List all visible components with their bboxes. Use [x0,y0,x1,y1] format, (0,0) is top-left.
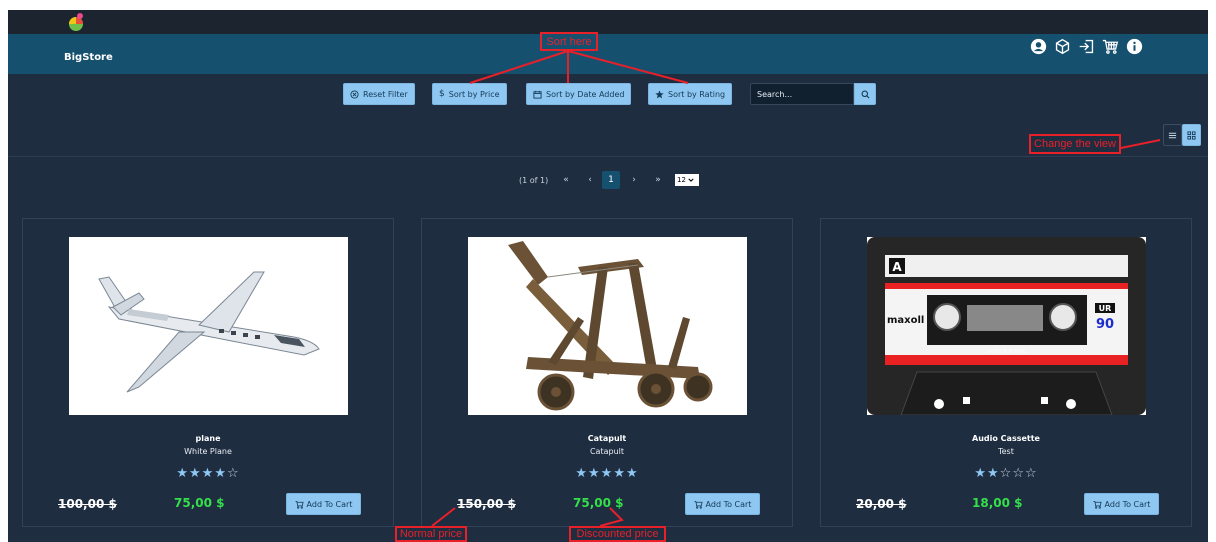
search-input[interactable] [750,83,854,105]
sort-by-price-button[interactable]: $ Sort by Price [432,83,507,105]
discounted-price: 75,00 $ [573,496,624,510]
product-name[interactable]: Catapult [422,434,792,443]
star-empty-icon[interactable]: ☆ [1025,466,1038,481]
product-description: White Plane [184,447,232,456]
add-to-cart-label: Add To Cart [306,499,353,509]
reset-filter-label: Reset Filter [363,89,408,99]
product-rating: ★★★★★ [422,466,792,481]
brand-logo-icon[interactable] [66,12,88,32]
annotation-change-view: Change the view [1029,134,1121,154]
bars-icon [1168,132,1177,138]
discounted-price: 18,00 $ [972,496,1023,510]
shopping-cart-icon [1092,500,1102,509]
normal-price: 100,00 $ [58,497,117,511]
product-rating: ★★★★☆ [23,466,393,481]
toolbar-divider [8,156,1208,157]
search-icon [861,90,869,98]
page-1-button[interactable]: 1 [602,171,620,189]
cassette-minutes: 90 [1096,317,1114,332]
grid-view-button[interactable] [1182,124,1201,146]
top-strip [8,10,1208,34]
sort-by-rating-label: Sort by Rating [668,89,726,99]
product-image-catapult[interactable] [468,237,747,415]
dollar-icon: $ [439,89,445,99]
star-filled-icon[interactable]: ★ [987,466,1000,481]
product-card: A maxoll UR 90 POSITION NORMAL Audio Cas… [820,218,1192,527]
star-filled-icon[interactable]: ★ [588,466,601,481]
add-to-cart-button[interactable]: Add To Cart [1084,493,1159,515]
discounted-price: 75,00 $ [174,496,225,510]
star-filled-icon[interactable]: ★ [189,466,202,481]
star-empty-icon[interactable]: ☆ [1012,466,1025,481]
rows-per-page-value: 12 [677,176,686,184]
sign-in-icon[interactable] [1076,36,1096,56]
grid-icon [1187,130,1196,140]
add-to-cart-button[interactable]: Add To Cart [286,493,361,515]
prev-page-button[interactable]: ‹ [581,171,599,189]
chevron-down-icon [688,178,694,182]
product-description: Catapult [589,447,625,456]
list-view-button[interactable] [1163,124,1182,146]
star-filled-icon[interactable]: ★ [575,466,588,481]
star-filled-icon[interactable]: ★ [601,466,614,481]
add-to-cart-button[interactable]: Add To Cart [685,493,760,515]
sort-by-date-label: Sort by Date Added [546,89,625,99]
star-filled-icon[interactable]: ★ [974,466,987,481]
page-summary: (1 of 1) [519,175,549,185]
last-page-button[interactable]: » [649,171,667,189]
star-filled-icon[interactable]: ★ [214,466,227,481]
box-icon[interactable] [1052,36,1072,56]
product-card: plane White Plane ★★★★☆ 100,00 $ 75,00 $… [22,218,394,527]
add-to-cart-label: Add To Cart [705,499,752,509]
star-filled-icon[interactable]: ★ [613,466,626,481]
product-card: Catapult Catapult ★★★★★ 150,00 $ 75,00 $… [421,218,793,527]
star-filled-icon[interactable]: ★ [176,466,189,481]
rows-per-page-select[interactable]: 12 [675,174,699,186]
star-empty-icon[interactable]: ☆ [1000,466,1013,481]
cassette-label-letter: A [892,260,902,274]
star-icon [655,89,664,98]
user-circle-icon[interactable] [1028,36,1048,56]
next-page-button[interactable]: › [625,171,643,189]
product-name[interactable]: Audio Cassette [821,434,1191,443]
cassette-type: UR [1099,304,1112,313]
annotation-normal-price: Normal price [395,526,467,542]
nav-icons [1028,36,1144,56]
annotation-sort-here: Sort here [540,32,598,51]
app-frame: BigStore Reset Filter $ Sort by Price So… [8,10,1208,542]
search-button[interactable] [854,83,876,105]
normal-price: 150,00 $ [457,497,516,511]
shopping-cart-icon [294,500,304,509]
calendar-icon [533,90,542,99]
shopping-cart-icon[interactable] [1100,36,1120,56]
star-filled-icon[interactable]: ★ [202,466,215,481]
product-image-plane[interactable] [69,237,348,415]
info-circle-icon[interactable] [1124,36,1144,56]
product-rating: ★★☆☆☆ [821,466,1191,481]
product-image-cassette[interactable]: A maxoll UR 90 POSITION NORMAL [867,237,1146,415]
add-to-cart-label: Add To Cart [1104,499,1151,509]
sort-by-date-button[interactable]: Sort by Date Added [526,83,632,105]
cassette-position: POSITION NORMAL [988,349,1026,354]
reset-filter-button[interactable]: Reset Filter [343,83,415,105]
shopping-cart-icon [693,500,703,509]
sort-by-price-label: Sort by Price [448,89,500,99]
product-name[interactable]: plane [23,434,393,443]
cassette-brand: maxoll [887,315,924,326]
normal-price: 20,00 $ [856,497,907,511]
times-circle-icon [350,89,359,99]
first-page-button[interactable]: « [557,171,575,189]
star-empty-icon[interactable]: ☆ [227,466,240,481]
brand-name[interactable]: BigStore [64,52,113,63]
annotation-discounted-price: Discounted price [569,526,666,542]
star-filled-icon[interactable]: ★ [626,466,639,481]
sort-by-rating-button[interactable]: Sort by Rating [648,83,733,105]
product-description: Test [998,447,1014,456]
